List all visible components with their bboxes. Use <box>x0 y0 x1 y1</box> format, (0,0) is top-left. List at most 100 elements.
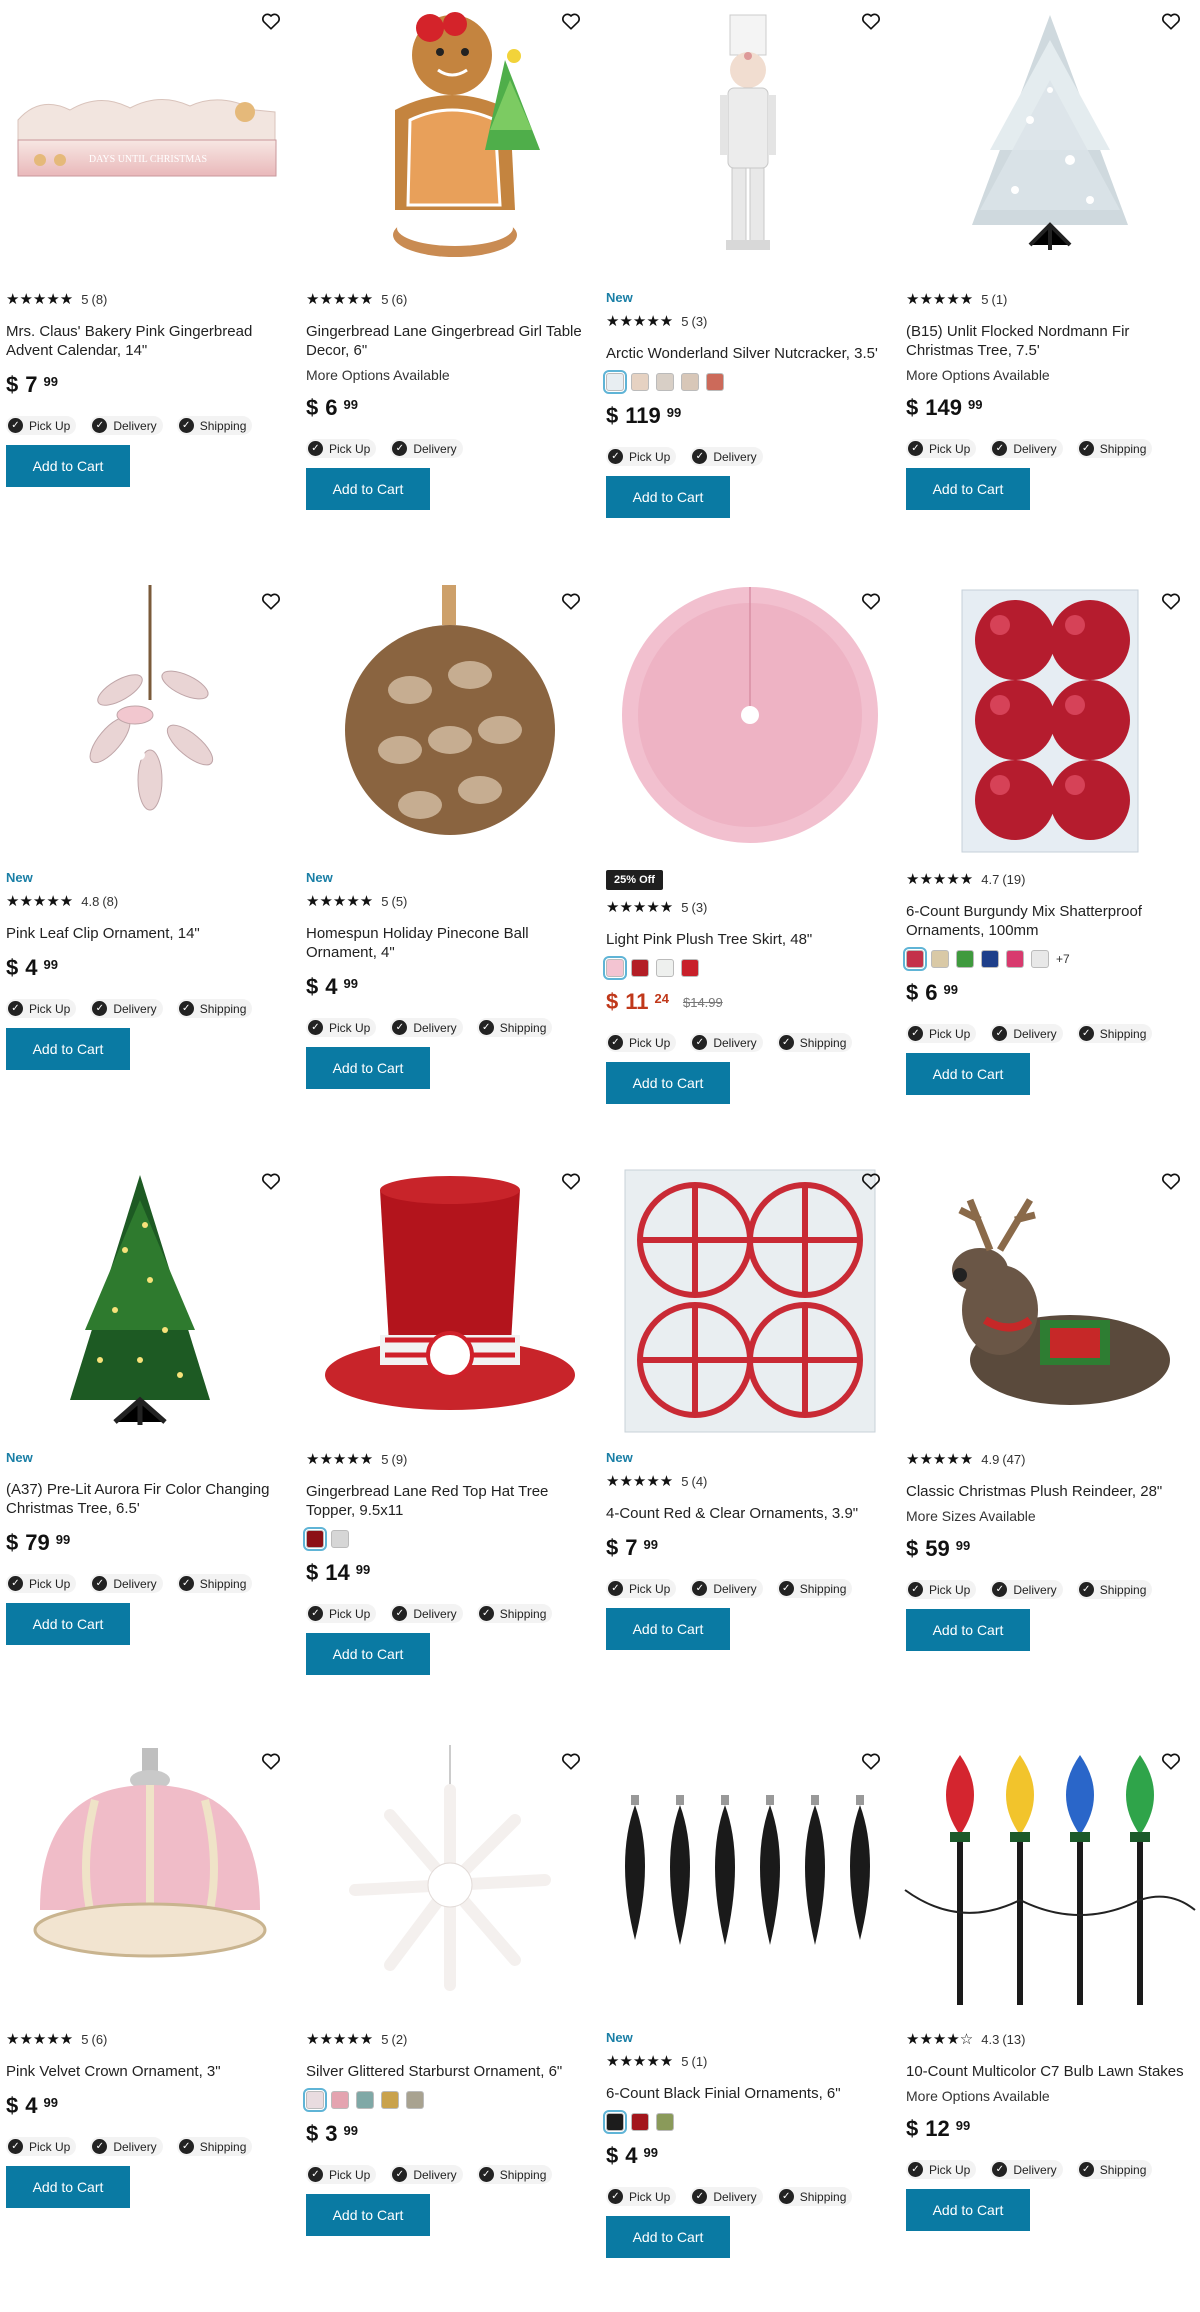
add-to-cart-button[interactable]: Add to Cart <box>6 1028 130 1070</box>
add-to-cart-button[interactable]: Add to Cart <box>306 2194 430 2236</box>
product-title[interactable]: 4-Count Red & Clear Ornaments, 3.9" <box>606 1504 896 1523</box>
product-title[interactable]: 6-Count Black Finial Ornaments, 6" <box>606 2084 896 2103</box>
product-card[interactable]: DAYS UNTIL CHRISTMAS ★★★★★ 5 (8) Mrs. Cl… <box>0 0 300 580</box>
product-card[interactable]: ★★★★★ 4.7 (19) 6-Count Burgundy Mix Shat… <box>900 580 1200 1160</box>
add-to-cart-button[interactable]: Add to Cart <box>606 1608 730 1650</box>
color-swatch[interactable] <box>331 2091 349 2109</box>
product-image-leaf-clip[interactable] <box>0 580 300 860</box>
product-card[interactable]: New ★★★★★ 5 (3) Arctic Wonderland Silver… <box>600 0 900 580</box>
color-swatch[interactable] <box>981 950 999 968</box>
color-swatch[interactable] <box>331 1530 349 1548</box>
color-swatch[interactable] <box>603 2110 627 2134</box>
color-swatch[interactable] <box>706 373 724 391</box>
color-swatch[interactable] <box>656 373 674 391</box>
heart-icon[interactable] <box>1160 1170 1182 1192</box>
product-image-prelit-tree[interactable] <box>0 1160 300 1440</box>
product-card[interactable]: ★★★★★ 5 (9) Gingerbread Lane Red Top Hat… <box>300 1160 600 1740</box>
product-card[interactable]: ★★★★★ 5 (6) Gingerbread Lane Gingerbread… <box>300 0 600 580</box>
product-image-top-hat[interactable] <box>300 1160 600 1440</box>
add-to-cart-button[interactable]: Add to Cart <box>306 1633 430 1675</box>
product-card[interactable]: ★★★★★ 5 (2) Silver Glittered Starburst O… <box>300 1740 600 2312</box>
product-title[interactable]: (B15) Unlit Flocked Nordmann Fir Christm… <box>906 322 1196 360</box>
rating[interactable]: ★★★★★ 5 (2) <box>306 2030 596 2048</box>
color-swatch[interactable] <box>303 2088 327 2112</box>
color-swatch[interactable] <box>381 2091 399 2109</box>
product-title[interactable]: Mrs. Claus' Bakery Pink Gingerbread Adve… <box>6 322 296 360</box>
product-card[interactable]: ★★★★★ 5 (6) Pink Velvet Crown Ornament, … <box>0 1740 300 2312</box>
rating[interactable]: ★★★★★ 5 (8) <box>6 290 296 308</box>
heart-icon[interactable] <box>260 590 282 612</box>
product-image-bulb-stakes[interactable] <box>900 1740 1200 2020</box>
product-card[interactable]: New ★★★★★ 5 (1) 6-Count Black Finial Orn… <box>600 1740 900 2312</box>
heart-icon[interactable] <box>1160 10 1182 32</box>
add-to-cart-button[interactable]: Add to Cart <box>6 2166 130 2208</box>
color-swatch[interactable] <box>656 959 674 977</box>
heart-icon[interactable] <box>260 1170 282 1192</box>
product-title[interactable]: Classic Christmas Plush Reindeer, 28" <box>906 1482 1196 1501</box>
heart-icon[interactable] <box>260 10 282 32</box>
rating[interactable]: ★★★★★ 5 (5) <box>306 892 596 910</box>
add-to-cart-button[interactable]: Add to Cart <box>906 468 1030 510</box>
product-card[interactable]: ★★★★☆ 4.3 (13) 10-Count Multicolor C7 Bu… <box>900 1740 1200 2312</box>
product-image-reindeer[interactable] <box>900 1160 1200 1440</box>
product-title[interactable]: Homespun Holiday Pinecone Ball Ornament,… <box>306 924 596 962</box>
product-card[interactable]: New ★★★★★ 5 (5) Homespun Holiday Pinecon… <box>300 580 600 1160</box>
product-image-nutcracker[interactable] <box>600 0 900 280</box>
product-card[interactable]: New ★★★★★ 4.8 (8) Pink Leaf Clip Ornamen… <box>0 580 300 1160</box>
product-image-crown[interactable] <box>0 1740 300 2020</box>
heart-icon[interactable] <box>560 1170 582 1192</box>
product-title[interactable]: (A37) Pre-Lit Aurora Fir Color Changing … <box>6 1480 296 1518</box>
rating[interactable]: ★★★★★ 4.9 (47) <box>906 1450 1196 1468</box>
color-swatch[interactable] <box>956 950 974 968</box>
color-swatch[interactable] <box>681 959 699 977</box>
add-to-cart-button[interactable]: Add to Cart <box>606 476 730 518</box>
product-image-gingerbread-girl[interactable] <box>300 0 600 280</box>
heart-icon[interactable] <box>1160 590 1182 612</box>
add-to-cart-button[interactable]: Add to Cart <box>606 2216 730 2258</box>
add-to-cart-button[interactable]: Add to Cart <box>306 468 430 510</box>
product-title[interactable]: Gingerbread Lane Gingerbread Girl Table … <box>306 322 596 360</box>
rating[interactable]: ★★★★★ 4.8 (8) <box>6 892 296 910</box>
product-image-black-finials[interactable] <box>600 1740 900 2020</box>
rating[interactable]: ★★★★★ 5 (1) <box>606 2052 896 2070</box>
rating[interactable]: ★★★★★ 5 (1) <box>906 290 1196 308</box>
color-swatch[interactable] <box>1031 950 1049 968</box>
add-to-cart-button[interactable]: Add to Cart <box>306 1047 430 1089</box>
add-to-cart-button[interactable]: Add to Cart <box>906 2189 1030 2231</box>
color-swatch[interactable] <box>631 373 649 391</box>
color-swatch[interactable] <box>406 2091 424 2109</box>
add-to-cart-button[interactable]: Add to Cart <box>906 1609 1030 1651</box>
product-title[interactable]: Pink Velvet Crown Ornament, 3" <box>6 2062 296 2081</box>
product-image-red-clear-ornaments[interactable] <box>600 1160 900 1440</box>
color-swatch[interactable] <box>681 373 699 391</box>
color-swatch[interactable] <box>631 959 649 977</box>
heart-icon[interactable] <box>860 10 882 32</box>
heart-icon[interactable] <box>560 10 582 32</box>
product-image-tree-skirt[interactable] <box>600 580 900 860</box>
rating[interactable]: ★★★★★ 5 (9) <box>306 1450 596 1468</box>
color-swatch[interactable] <box>603 370 627 394</box>
product-card[interactable]: New ★★★★★ 5 (4) 4-Count Red & Clear Orna… <box>600 1160 900 1740</box>
color-swatch[interactable] <box>356 2091 374 2109</box>
product-image-flocked-tree[interactable] <box>900 0 1200 280</box>
rating[interactable]: ★★★★★ 5 (3) <box>606 312 896 330</box>
add-to-cart-button[interactable]: Add to Cart <box>906 1053 1030 1095</box>
product-image-pinecone[interactable] <box>300 580 600 860</box>
product-card[interactable]: New (A37) Pre-Lit Aurora Fir Color Changi… <box>0 1160 300 1740</box>
color-swatch[interactable] <box>603 956 627 980</box>
color-swatch[interactable] <box>303 1527 327 1551</box>
rating[interactable]: ★★★★★ 5 (3) <box>606 898 896 916</box>
product-image-advent-calendar[interactable]: DAYS UNTIL CHRISTMAS <box>0 0 300 280</box>
rating[interactable]: ★★★★☆ 4.3 (13) <box>906 2030 1196 2048</box>
heart-icon[interactable] <box>260 1750 282 1772</box>
product-title[interactable]: Arctic Wonderland Silver Nutcracker, 3.5… <box>606 344 896 363</box>
product-card[interactable]: 25% Off ★★★★★ 5 (3) Light Pink Plush Tre… <box>600 580 900 1160</box>
rating[interactable]: ★★★★★ 4.7 (19) <box>906 870 1196 888</box>
rating[interactable]: ★★★★★ 5 (6) <box>306 290 596 308</box>
heart-icon[interactable] <box>860 1170 882 1192</box>
product-title[interactable]: 10-Count Multicolor C7 Bulb Lawn Stakes <box>906 2062 1196 2081</box>
color-swatch[interactable] <box>1006 950 1024 968</box>
product-card[interactable]: ★★★★★ 5 (1) (B15) Unlit Flocked Nordmann… <box>900 0 1200 580</box>
color-swatch[interactable] <box>903 947 927 971</box>
product-title[interactable]: Pink Leaf Clip Ornament, 14" <box>6 924 296 943</box>
